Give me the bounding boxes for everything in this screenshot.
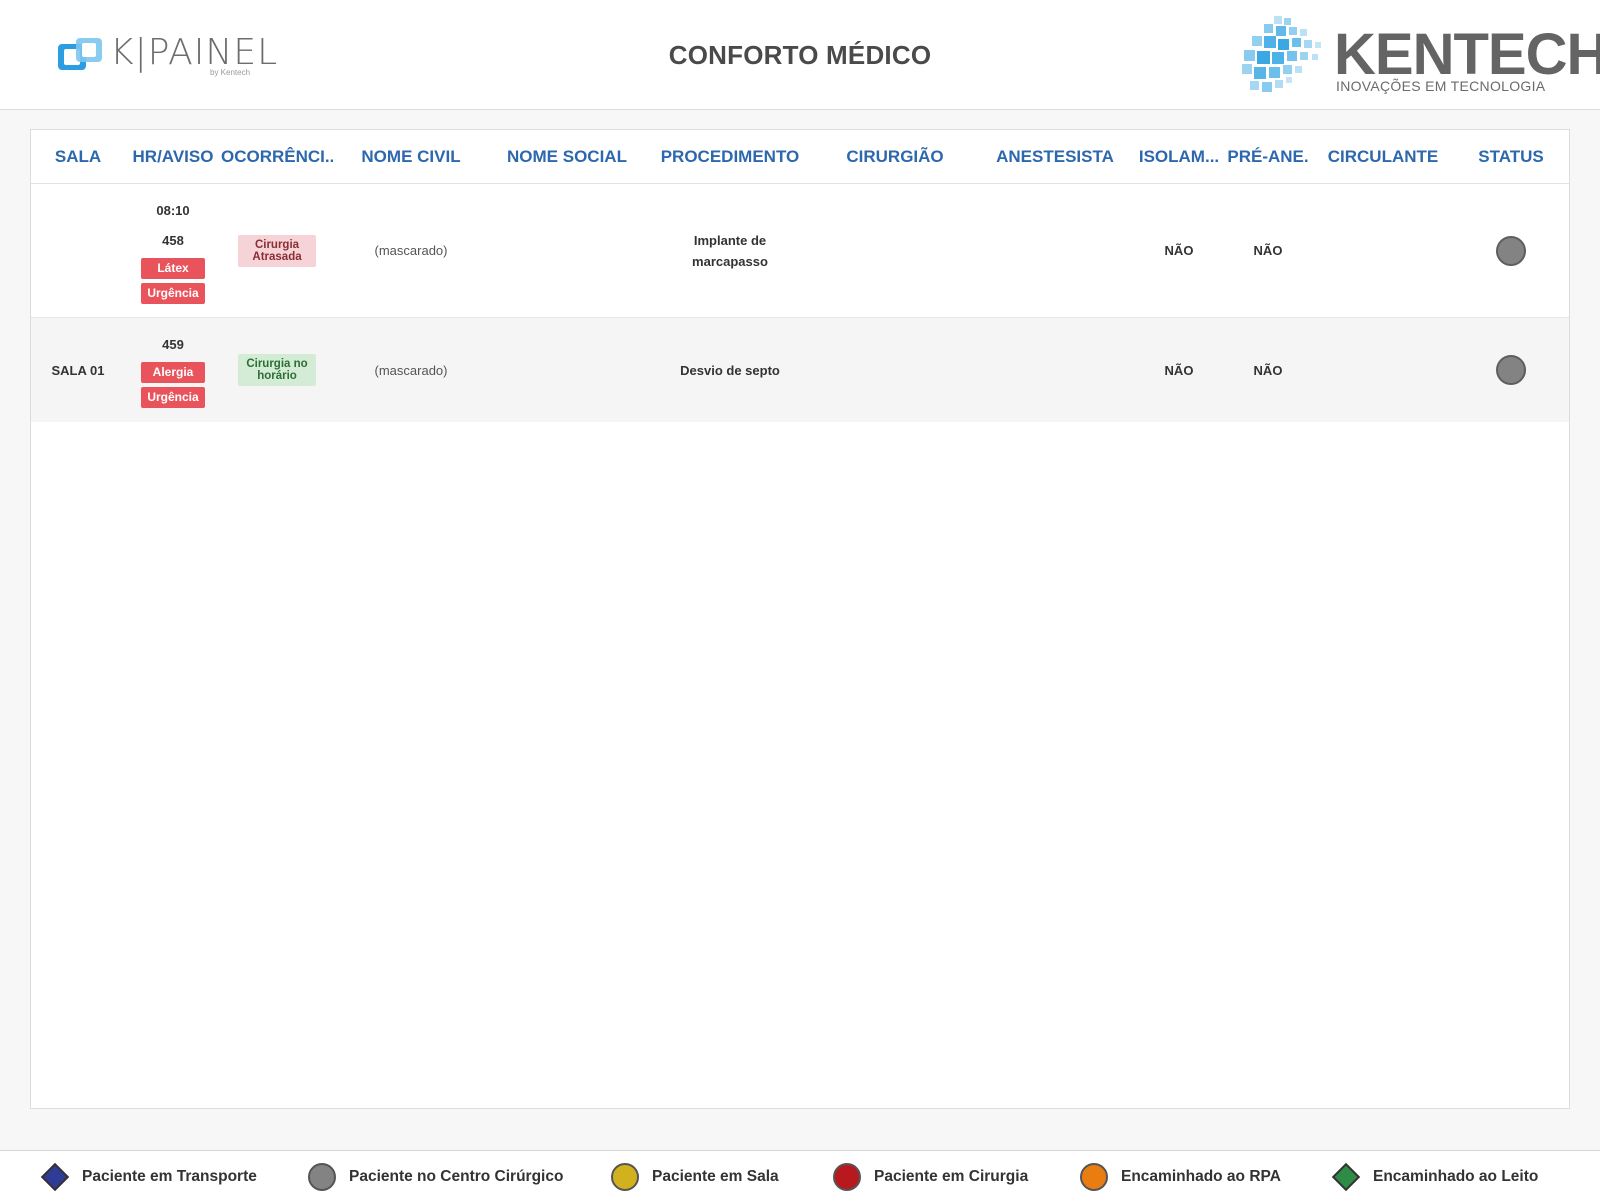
cell-sala [31,184,125,317]
legend-label: Paciente em Transporte [82,1168,257,1185]
column-header-status[interactable]: STATUS [1453,130,1569,184]
legend-item-em-cirurgia: Paciente em Cirurgia [832,1162,1028,1192]
cell-pre-anestesia: NÃO [1253,243,1283,258]
cell-ocorrencia: Cirurgia no horário [221,318,333,422]
column-header-procedimento[interactable]: PROCEDIMENTO [645,130,815,184]
cell-cirurgiao [815,318,975,422]
cell-status [1453,184,1569,317]
cell-isolamento: NÃO [1164,362,1194,378]
cell-hora: 08:10 [156,202,190,218]
cell-hr-aviso: 459 Alergia Urgência [125,318,221,422]
legend-item-em-sala: Paciente em Sala [610,1162,779,1192]
cell-procedimento: Implante de marcapasso [645,184,815,317]
cell-nome-civil: (mascarado) [374,243,448,258]
tag-urgencia: Urgência [141,282,205,304]
tag-alergia: Alergia [141,362,205,383]
cell-aviso: 459 [162,337,184,352]
procedimento-text: Implante de marcapasso [692,232,768,269]
legend-item-transporte: Paciente em Transporte [40,1162,257,1192]
cell-aviso: 458 [162,232,184,248]
table-row[interactable]: 08:10 458 Látex Urgência Cirurgia Atrasa… [31,184,1569,318]
legend-item-leito: Encaminhado ao Leito [1331,1162,1538,1192]
cell-circulante [1313,184,1453,317]
circle-icon [610,1162,640,1192]
column-header-sala[interactable]: SALA [31,130,125,184]
circle-icon [307,1162,337,1192]
kentech-logo-tagline: INOVAÇÕES EM TECNOLOGIA [1336,78,1546,94]
status-circle-icon[interactable] [1496,235,1526,266]
circle-icon [1079,1162,1109,1192]
app-header: K|PAINEL by Kentech CONFORTO MÉDICO KENT… [0,0,1600,110]
cell-nome-social [489,318,645,422]
ocorrencia-badge: Cirurgia no horário [238,354,316,386]
cell-sala: SALA 01 [51,362,105,378]
cell-anestesista [975,318,1135,422]
column-header-circulante[interactable]: CIRCULANTE [1313,130,1453,184]
cell-procedimento: Desvio de septo [645,318,815,422]
kentech-logo: KENTECH INOVAÇÕES EM TECNOLOGIA [1240,14,1600,98]
cell-nome-civil: (mascarado) [374,362,448,378]
column-header-nome-social[interactable]: NOME SOCIAL [489,130,645,184]
column-header-pre-anestesia[interactable]: PRÉ-ANE. [1223,130,1313,184]
legend-label: Paciente em Sala [652,1168,779,1185]
procedimento-text: Desvio de septo [680,362,780,378]
circle-icon [832,1162,862,1192]
status-circle-icon[interactable] [1496,355,1526,385]
cell-pre-anestesia: NÃO [1253,362,1283,378]
kentech-logo-name: KENTECH [1334,22,1600,87]
surgery-table: SALA HR/AVISO OCORRÊNCI... NOME CIVIL NO… [30,129,1570,1109]
cell-hr-aviso: 08:10 458 Látex Urgência [125,184,221,317]
legend-label: Paciente em Cirurgia [874,1168,1029,1185]
cell-status [1453,318,1569,422]
cell-ocorrencia: Cirurgia Atrasada [221,184,333,317]
table-header: SALA HR/AVISO OCORRÊNCI... NOME CIVIL NO… [31,130,1569,184]
legend-label: Paciente no Centro Cirúrgico [349,1168,564,1185]
column-header-cirurgiao[interactable]: CIRURGIÃO [815,130,975,184]
tag-latex: Látex [141,257,205,279]
column-header-anestesista[interactable]: ANESTESISTA [975,130,1135,184]
legend-item-centro-cirurgico: Paciente no Centro Cirúrgico [307,1162,563,1192]
status-legend: Paciente em Transporte Paciente no Centr… [0,1150,1600,1200]
tag-urgencia: Urgência [141,387,205,408]
legend-item-rpa: Encaminhado ao RPA [1079,1162,1281,1192]
legend-label: Encaminhado ao Leito [1373,1168,1539,1185]
diamond-icon [40,1162,70,1192]
column-header-ocorrencia[interactable]: OCORRÊNCI... [221,130,333,184]
column-header-nome-civil[interactable]: NOME CIVIL [333,130,489,184]
table-row[interactable]: SALA 01 459 Alergia Urgência Cirurgia no… [31,318,1569,422]
cell-anestesista [975,184,1135,317]
cell-cirurgiao [815,184,975,317]
cell-nome-social [489,184,645,317]
cell-isolamento: NÃO [1164,243,1194,258]
ocorrencia-badge: Cirurgia Atrasada [238,234,316,267]
legend-label: Encaminhado ao RPA [1121,1168,1281,1185]
cell-circulante [1313,318,1453,422]
column-header-isolamento[interactable]: ISOLAM... [1135,130,1223,184]
diamond-icon [1331,1162,1361,1192]
column-header-hr-aviso[interactable]: HR/AVISO [125,130,221,184]
kentech-logo-icon [1242,16,1321,92]
